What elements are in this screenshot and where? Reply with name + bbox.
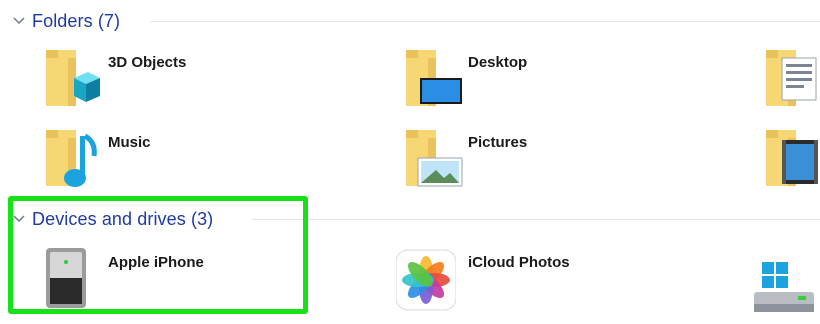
device-item-icloud-photos[interactable]: iCloud Photos <box>396 248 696 312</box>
folders-section-title: Folders (7) <box>32 10 121 31</box>
videos-folder-icon <box>766 130 818 186</box>
desktop-folder-icon <box>406 50 462 106</box>
pictures-folder-icon <box>406 130 463 187</box>
folder-item-videos[interactable] <box>764 128 820 192</box>
chevron-down-icon[interactable] <box>12 14 26 28</box>
device-item-apple-iphone[interactable]: Apple iPhone <box>44 248 274 312</box>
folder-item-music[interactable]: Music <box>44 128 344 192</box>
devices-section-title: Devices and drives (3) <box>32 208 214 229</box>
folder-item-desktop[interactable]: Desktop <box>404 48 704 112</box>
chevron-down-icon[interactable] <box>12 212 26 226</box>
folders-section-header[interactable]: Folders (7) <box>12 8 120 34</box>
3d-objects-folder-icon <box>46 50 100 106</box>
folder-label: Desktop <box>468 54 528 71</box>
device-item-local-disk[interactable] <box>754 260 820 324</box>
device-label: Apple iPhone <box>108 254 204 271</box>
icloud-photos-icon <box>396 249 456 311</box>
folder-item-3d-objects[interactable]: 3D Objects <box>44 48 344 112</box>
local-disk-icon <box>754 262 814 312</box>
iphone-device-icon <box>46 248 86 308</box>
folder-label: Pictures <box>468 134 528 151</box>
device-label: iCloud Photos <box>468 254 570 271</box>
devices-section-divider <box>252 219 820 220</box>
devices-section-header[interactable]: Devices and drives (3) <box>12 206 213 232</box>
folder-label: 3D Objects <box>108 54 187 71</box>
music-folder-icon <box>46 130 97 187</box>
folder-label: Music <box>108 134 151 151</box>
documents-folder-icon <box>766 50 817 106</box>
folders-section-divider <box>150 21 820 22</box>
folder-item-pictures[interactable]: Pictures <box>404 128 704 192</box>
folder-item-documents[interactable] <box>764 48 820 112</box>
